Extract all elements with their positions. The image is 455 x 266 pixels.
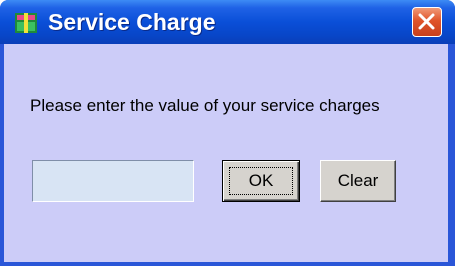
service-charge-input[interactable] <box>32 160 194 202</box>
clear-button[interactable]: Clear <box>320 160 396 202</box>
service-charge-dialog: Service Charge Please enter the value of… <box>0 0 455 266</box>
title-bar[interactable]: Service Charge <box>0 0 455 44</box>
dialog-body: Please enter the value of your service c… <box>4 44 448 262</box>
app-icon <box>15 13 37 33</box>
close-button[interactable] <box>412 7 442 37</box>
window-title: Service Charge <box>48 9 216 35</box>
ok-button-label: OK <box>229 167 293 195</box>
prompt-label: Please enter the value of your service c… <box>30 96 380 115</box>
ok-button[interactable]: OK <box>222 160 300 202</box>
close-icon <box>418 13 435 30</box>
